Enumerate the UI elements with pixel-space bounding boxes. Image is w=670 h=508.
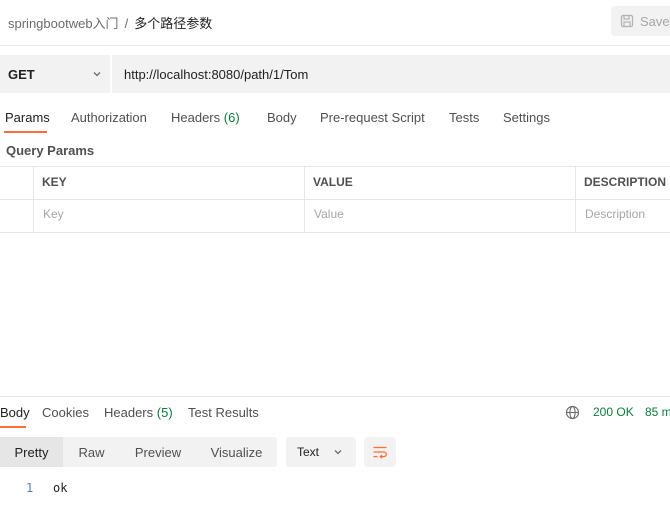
format-label: Text	[297, 445, 320, 459]
breadcrumb-collection[interactable]: springbootweb入门	[8, 16, 119, 31]
table-column-divider	[33, 166, 34, 233]
wrap-lines-icon	[373, 446, 387, 459]
column-header-value: VALUE	[313, 175, 353, 189]
tab-headers[interactable]: Headers (6)	[171, 110, 240, 125]
tab-params[interactable]: Params	[5, 110, 50, 125]
tab-body[interactable]: Body	[267, 110, 297, 125]
response-divider	[0, 396, 670, 397]
save-label: Save	[640, 13, 670, 29]
response-tab-headers-label: Headers	[104, 405, 154, 420]
table-border-top	[0, 166, 670, 167]
column-header-description: DESCRIPTION	[584, 175, 667, 189]
chevron-down-icon	[93, 72, 101, 77]
method-select[interactable]: GET	[0, 55, 110, 93]
param-description-input[interactable]: Description	[585, 207, 645, 221]
tab-authorization[interactable]: Authorization	[71, 110, 147, 125]
breadcrumb: springbootweb入门 / 多个路径参数	[8, 13, 212, 32]
response-tab-headers[interactable]: Headers (5)	[104, 405, 173, 420]
active-response-tab-indicator	[0, 426, 26, 428]
header-divider	[0, 45, 670, 46]
method-label: GET	[8, 66, 35, 82]
view-visualize[interactable]: Visualize	[196, 437, 277, 467]
chevron-down-icon	[334, 450, 342, 455]
response-tab-headers-count: (5)	[156, 405, 173, 420]
table-column-divider	[304, 166, 305, 233]
response-view-toggle: Pretty Raw Preview Visualize	[0, 437, 277, 467]
response-time[interactable]: 85 ms	[645, 405, 670, 419]
response-tab-test-results[interactable]: Test Results	[188, 405, 259, 420]
line-number: 1	[26, 481, 34, 495]
breadcrumb-separator: /	[124, 16, 129, 31]
tab-pre-request-script[interactable]: Pre-request Script	[320, 110, 425, 125]
table-header-divider	[0, 199, 670, 200]
save-button[interactable]: Save	[611, 6, 670, 36]
param-value-input[interactable]: Value	[314, 207, 344, 221]
table-border-bottom	[0, 232, 670, 233]
wrap-lines-button[interactable]	[364, 437, 396, 467]
view-pretty[interactable]: Pretty	[0, 437, 63, 467]
tab-headers-count: (6)	[223, 110, 240, 125]
response-tab-cookies[interactable]: Cookies	[42, 405, 89, 420]
response-status[interactable]: 200 OK	[593, 405, 634, 419]
tab-headers-label: Headers	[171, 110, 221, 125]
globe-icon[interactable]	[565, 405, 580, 420]
tab-settings[interactable]: Settings	[503, 110, 550, 125]
view-preview[interactable]: Preview	[120, 437, 196, 467]
tab-tests[interactable]: Tests	[449, 110, 479, 125]
format-select[interactable]: Text	[286, 437, 356, 467]
request-title[interactable]: 多个路径参数	[134, 16, 212, 31]
column-header-key: KEY	[42, 175, 67, 189]
url-input[interactable]	[112, 55, 670, 93]
response-body-line: ok	[53, 481, 68, 495]
response-tab-body[interactable]: Body	[0, 405, 30, 420]
save-icon	[620, 14, 634, 28]
view-raw[interactable]: Raw	[63, 437, 120, 467]
table-column-divider	[575, 166, 576, 233]
active-tab-indicator	[4, 131, 47, 133]
query-params-title: Query Params	[6, 143, 95, 158]
param-key-input[interactable]: Key	[43, 207, 64, 221]
